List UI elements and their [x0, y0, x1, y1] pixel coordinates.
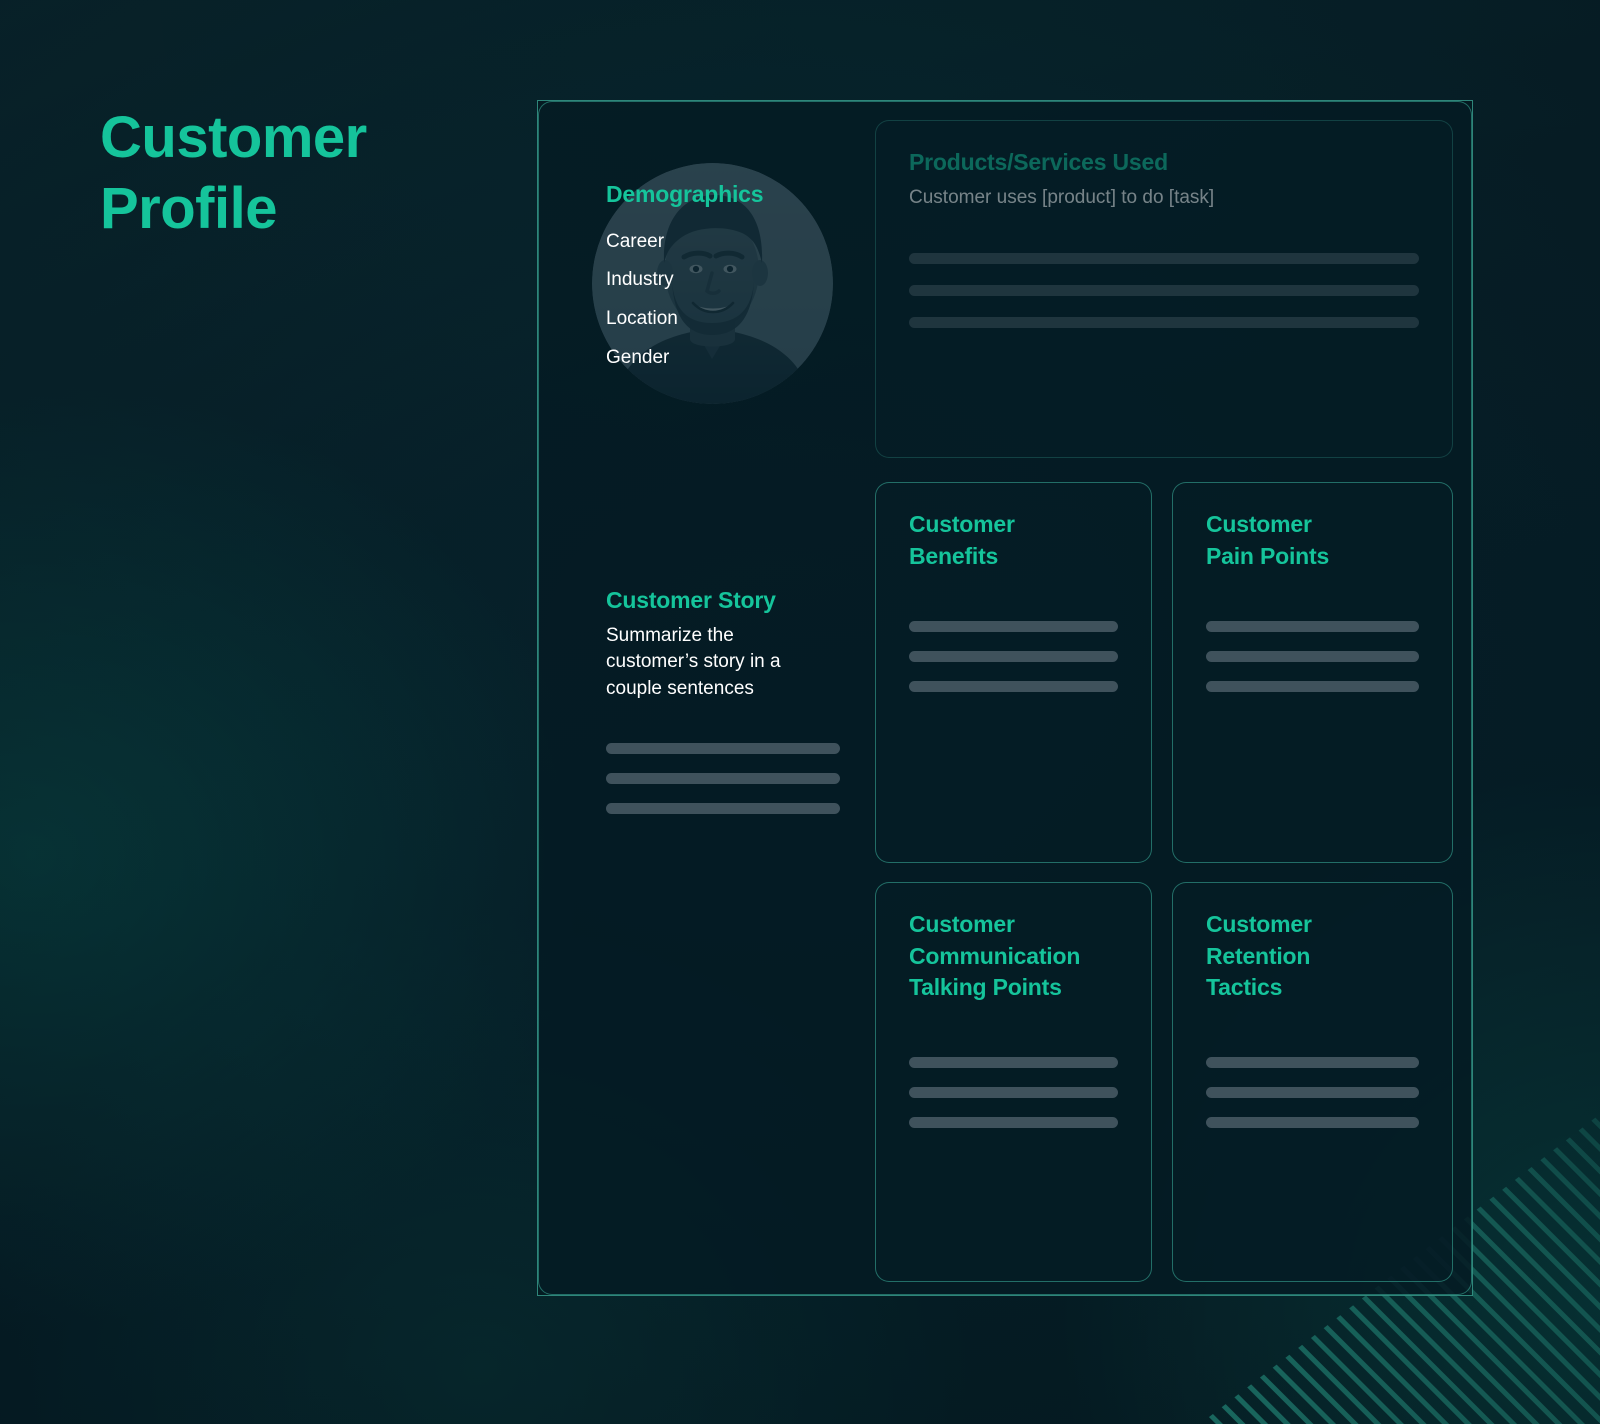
card-customer-communication-talking-points: Customer Communication Talking Points [875, 882, 1152, 1282]
list-item: Gender [606, 347, 670, 369]
communication-placeholder-lines [909, 1056, 1118, 1128]
card-customer-pain-points: Customer Pain Points [1172, 482, 1453, 863]
customer-story-subtitle: Summarize the customer’s story in a coup… [606, 624, 781, 700]
panel-inner: Products/Services Used Customer uses [pr… [538, 101, 1472, 1295]
pain-points-heading: Customer Pain Points [1206, 511, 1330, 569]
placeholder-bar [909, 1056, 1118, 1068]
placeholder-bar [1206, 1086, 1419, 1098]
page-title: Customer Profile [100, 105, 367, 241]
retention-heading: Customer Retention Tactics [1206, 911, 1312, 1000]
communication-heading: Customer Communication Talking Points [909, 911, 1081, 1000]
placeholder-bar [1206, 1056, 1419, 1068]
customer-story-heading: Customer Story [606, 587, 776, 613]
card-customer-retention-tactics: Customer Retention Tactics [1172, 882, 1453, 1282]
placeholder-bar [909, 681, 1118, 692]
placeholder-bar [1206, 1116, 1419, 1128]
benefits-placeholder-lines [909, 621, 1118, 692]
list-item: Location [606, 308, 678, 330]
demographics-heading: Demographics [606, 181, 764, 207]
demographics-block: Demographics Career Industry Location Ge… [606, 179, 836, 378]
placeholder-bar [909, 1086, 1118, 1098]
customer-profile-panel: Products/Services Used Customer uses [pr… [537, 100, 1473, 1296]
customer-story-block: Customer Story Summarize the customer’s … [606, 585, 840, 833]
placeholder-bar [606, 803, 840, 815]
placeholder-bar [909, 1116, 1118, 1128]
placeholder-bar [1206, 651, 1419, 662]
demographics-content: Demographics Career Industry Location Ge… [573, 153, 856, 923]
placeholder-bar [1206, 681, 1419, 692]
placeholder-bar [909, 621, 1118, 632]
customer-story-placeholder-lines [606, 743, 840, 815]
list-item: Career [606, 230, 665, 252]
demographics-list: Career Industry Location Gender [606, 223, 836, 379]
benefits-heading: Customer Benefits [909, 511, 1015, 569]
pain-points-placeholder-lines [1206, 621, 1419, 692]
retention-placeholder-lines [1206, 1056, 1419, 1128]
card-customer-benefits: Customer Benefits [875, 482, 1152, 863]
placeholder-bar [1206, 621, 1419, 632]
placeholder-bar [606, 773, 840, 785]
card-demographics-and-story: Demographics Career Industry Location Ge… [538, 101, 1472, 1295]
placeholder-bar [909, 651, 1118, 662]
placeholder-bar [606, 743, 840, 755]
list-item: Industry [606, 269, 674, 291]
